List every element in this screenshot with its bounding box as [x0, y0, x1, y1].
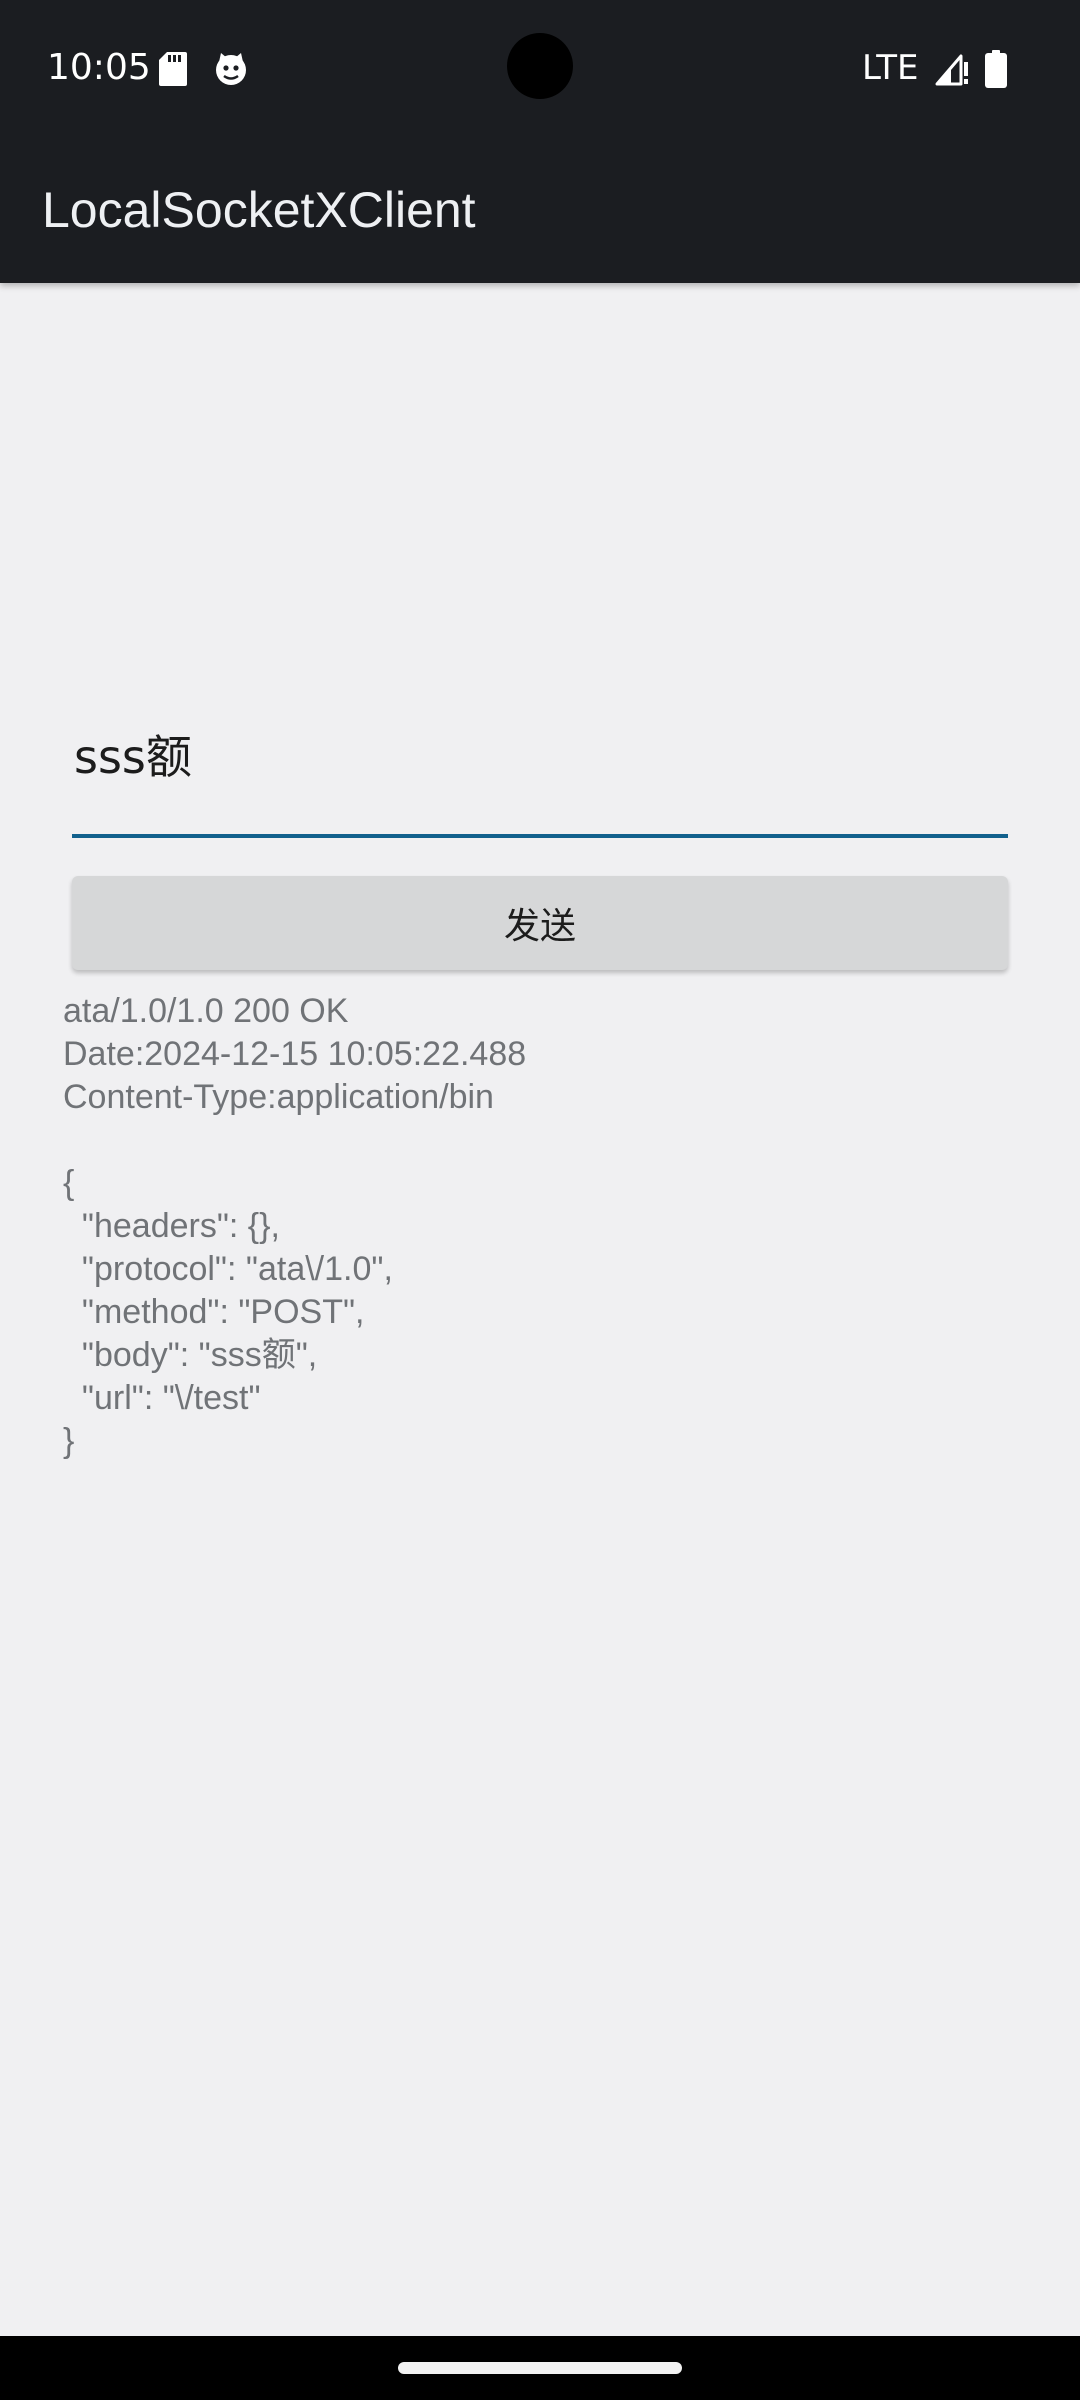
top-bar: 10:05 LTE LocalSocketXClient	[0, 0, 1080, 283]
message-input[interactable]	[72, 650, 1008, 838]
app-screen: 10:05 LTE LocalSocketXClient sss额 发送 ata…	[0, 0, 1080, 2400]
cat-face-icon	[216, 53, 246, 85]
signal-icon	[935, 54, 968, 86]
camera-cutout	[507, 33, 573, 99]
network-type-label: LTE	[862, 48, 919, 88]
response-output: ata/1.0/1.0 200 OK Date:2024-12-15 10:05…	[63, 992, 527, 1460]
battery-icon	[985, 50, 1007, 88]
home-gesture-handle[interactable]	[398, 2362, 682, 2374]
app-title: LocalSocketXClient	[42, 182, 476, 238]
status-time: 10:05	[47, 47, 151, 88]
sd-card-icon	[159, 52, 187, 86]
send-button[interactable]: 发送	[72, 876, 1008, 970]
status-bar: 10:05 LTE	[0, 0, 1080, 137]
